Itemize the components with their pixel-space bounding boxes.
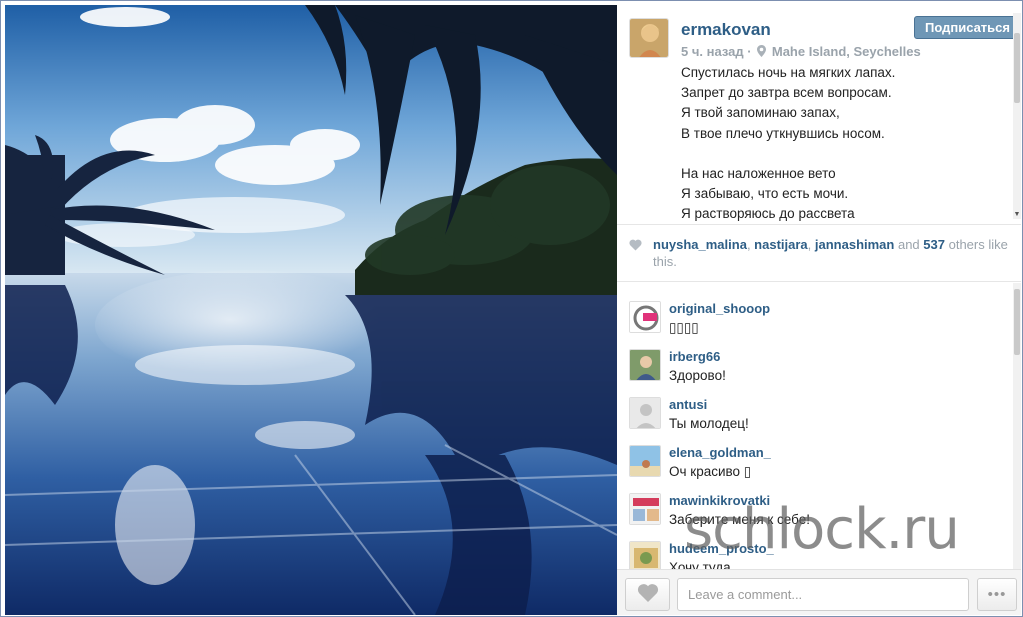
comment-username[interactable]: mawinkikrovatki: [669, 493, 770, 508]
post-photo[interactable]: [5, 5, 617, 615]
likes-text: nuysha_malina, nastijara, jannashiman an…: [653, 236, 1013, 270]
comment-username[interactable]: hudeem_prosto_: [669, 541, 774, 556]
likes-and: and: [894, 237, 924, 252]
like-button[interactable]: [625, 578, 670, 611]
comment-username[interactable]: irberg66: [669, 349, 720, 364]
comment-input[interactable]: [677, 578, 969, 611]
post-sidebar: ermakovan Подписаться 5 ч. назад · Mahe …: [617, 5, 1021, 615]
commenter-avatar[interactable]: [629, 349, 661, 381]
owner-username[interactable]: ermakovan: [681, 20, 771, 40]
meta-separator: ·: [747, 44, 752, 59]
comment-item: hudeem_prosto_ Хочу туда: [617, 533, 1017, 569]
comments-list: original_shooop ▯▯▯▯ irberg66 Здорово! a…: [617, 283, 1021, 569]
comment-composer: •••: [617, 569, 1021, 615]
seychelles-lagoon-image: [5, 5, 617, 615]
comment-item: antusi Ты молодец!: [617, 389, 1017, 437]
liker-username[interactable]: nuysha_malina: [653, 237, 747, 252]
comment-item: mawinkikrovatki Заберите меня к себе!: [617, 485, 1017, 533]
post-caption: Спустилась ночь на мягких лапах. Запрет …: [681, 63, 1001, 221]
ellipsis-icon: •••: [987, 586, 1007, 603]
likes-count[interactable]: 537: [923, 237, 945, 252]
caption-line: На нас наложенное вето: [681, 165, 836, 181]
caption-line: Я твой запоминаю запах,: [681, 105, 840, 121]
commenter-avatar[interactable]: [629, 397, 661, 429]
commenter-avatar[interactable]: [629, 493, 661, 525]
comment-item: elena_goldman_ Оч красиво ▯: [617, 437, 1017, 485]
comment-item: irberg66 Здорово!: [617, 341, 1017, 389]
commenter-avatar[interactable]: [629, 541, 661, 569]
comment-text: Ты молодец!: [669, 416, 749, 431]
post-time[interactable]: 5 ч. назад: [681, 44, 744, 59]
caption-line: Я забываю, что есть мочи.: [681, 186, 849, 202]
more-options-button[interactable]: •••: [977, 578, 1017, 611]
comment-username[interactable]: antusi: [669, 397, 707, 412]
comment-text: Оч красиво ▯: [669, 464, 752, 479]
comments-scroll-thumb[interactable]: [1014, 289, 1020, 355]
instagram-post-window: ermakovan Подписаться 5 ч. назад · Mahe …: [0, 0, 1023, 617]
comment-username[interactable]: original_shooop: [669, 301, 770, 316]
likes-section: nuysha_malina, nastijara, jannashiman an…: [617, 226, 1021, 282]
caption-line: В твое плечо уткнувшись носом.: [681, 125, 885, 141]
caption-scrollbar[interactable]: ▼: [1013, 13, 1021, 219]
comment-text: Здорово!: [669, 368, 726, 383]
caption-line: Я растворяюсь до рассвета: [681, 206, 855, 221]
caption-line: Запрет до завтра всем вопросам.: [681, 85, 892, 101]
liker-username[interactable]: nastijara: [754, 237, 807, 252]
post-header: ermakovan Подписаться 5 ч. назад · Mahe …: [617, 5, 1021, 225]
comments-scrollbar[interactable]: [1013, 283, 1021, 569]
commenter-avatar[interactable]: [629, 301, 661, 333]
heart-icon: [629, 238, 642, 256]
caption-scroll-thumb[interactable]: [1014, 33, 1020, 103]
map-pin-icon: [757, 45, 767, 60]
comment-text: ▯▯▯▯: [669, 320, 699, 335]
caption-line: [681, 144, 1001, 164]
post-location[interactable]: Mahe Island, Seychelles: [772, 44, 921, 59]
comment-item: original_shooop ▯▯▯▯: [617, 293, 1017, 341]
comment-text: Хочу туда: [669, 560, 731, 569]
liker-username[interactable]: jannashiman: [815, 237, 894, 252]
likes-separator: ,: [807, 237, 815, 252]
owner-avatar[interactable]: [629, 18, 669, 58]
heart-icon: [637, 583, 659, 606]
comment-username[interactable]: elena_goldman_: [669, 445, 771, 460]
post-meta: 5 ч. назад · Mahe Island, Seychelles: [681, 44, 921, 60]
comment-text: Заберите меня к себе!: [669, 512, 810, 527]
follow-button[interactable]: Подписаться: [914, 16, 1021, 39]
scroll-down-arrow-icon[interactable]: ▼: [1013, 211, 1021, 219]
caption-line: Спустилась ночь на мягких лапах.: [681, 65, 896, 80]
commenter-avatar[interactable]: [629, 445, 661, 477]
